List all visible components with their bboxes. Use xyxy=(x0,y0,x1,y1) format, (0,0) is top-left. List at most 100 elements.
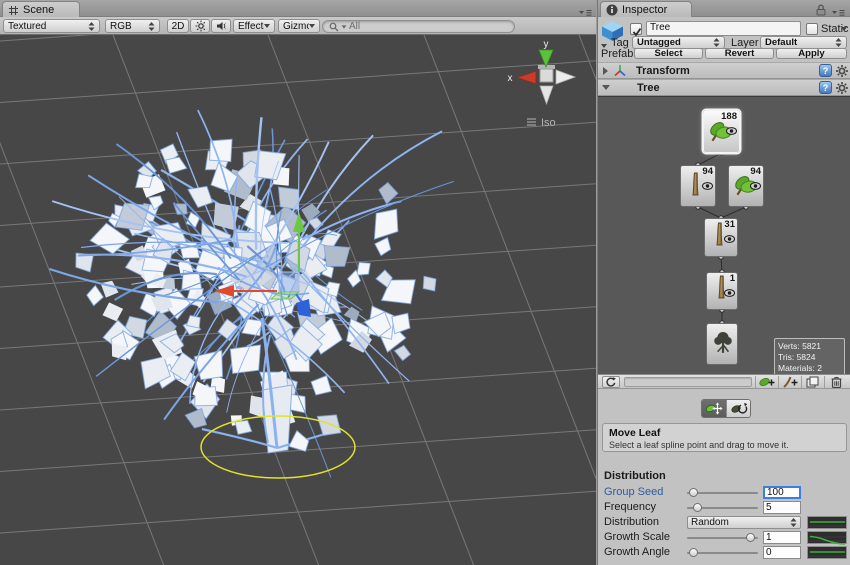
help-icon[interactable]: ? xyxy=(819,81,832,94)
delete-button[interactable] xyxy=(824,376,847,388)
value-field[interactable]: 100 xyxy=(763,486,801,499)
effects-dropdown[interactable]: Effects xyxy=(233,19,275,33)
refresh-button[interactable] xyxy=(602,376,620,388)
draw-mode-value: Textured xyxy=(8,21,88,32)
draw-mode-dropdown[interactable]: Textured xyxy=(3,19,100,33)
gear-icon[interactable] xyxy=(836,65,848,77)
scene-viewport[interactable]: yxIso xyxy=(0,35,596,565)
gizmos-label: Gizmos xyxy=(283,21,309,32)
add-branch-group-button[interactable] xyxy=(778,376,800,388)
search-icon xyxy=(329,22,339,32)
gizmos-dropdown[interactable]: Gizmos xyxy=(278,19,320,33)
2d-toggle-button[interactable]: 2D xyxy=(167,19,189,33)
gameobject-name-field[interactable]: Tree xyxy=(646,21,801,36)
distribution-row-growth-scale: Growth Scale 1 xyxy=(598,531,850,544)
visibility-eye-icon[interactable] xyxy=(726,127,737,135)
distribution-row-frequency: Frequency 5 xyxy=(598,501,850,514)
node-count: 1 xyxy=(730,273,735,284)
curve-preview[interactable] xyxy=(807,516,847,529)
tree-node-leaf-group-188[interactable]: 188 xyxy=(703,110,740,153)
unity-editor-window: Scene Textured RGB 2D xyxy=(0,0,850,565)
lighting-toggle-button[interactable] xyxy=(190,19,210,33)
speaker-icon xyxy=(216,21,226,31)
effects-label: Effects xyxy=(238,21,264,32)
slider-knob[interactable] xyxy=(746,533,755,542)
scene-tabbar: Scene xyxy=(0,0,596,17)
updown-arrows-icon xyxy=(88,22,95,31)
fold-arrow-icon[interactable] xyxy=(602,85,610,90)
tree-node-tree-root[interactable] xyxy=(706,323,738,365)
move-leaf-tool-button[interactable] xyxy=(702,400,726,417)
prefab-label: Prefab xyxy=(601,48,633,60)
tree-root-icon xyxy=(710,327,736,357)
visibility-eye-icon[interactable] xyxy=(750,182,761,190)
static-checkbox[interactable] xyxy=(806,23,818,35)
audio-toggle-button[interactable] xyxy=(211,19,231,33)
caret-down-icon xyxy=(264,24,270,28)
visibility-eye-icon[interactable] xyxy=(724,289,735,297)
tree-node-branch-group-94[interactable]: 94 xyxy=(680,165,716,207)
color-mode-dropdown[interactable]: RGB xyxy=(105,19,160,33)
inspector-panel: Inspector Tree Static Tag Untagged Layer xyxy=(597,0,850,565)
tree-component-header[interactable]: Tree ? xyxy=(598,79,850,96)
property-label: Frequency xyxy=(604,501,656,513)
prefab-apply-label: Apply xyxy=(798,48,824,59)
curve-preview[interactable] xyxy=(807,546,847,559)
value-field[interactable]: 0 xyxy=(763,546,801,559)
help-icon[interactable]: ? xyxy=(819,64,832,77)
distribution-heading: Distribution xyxy=(604,470,666,482)
add-leaf-group-button[interactable] xyxy=(755,376,777,388)
value-field[interactable]: 5 xyxy=(763,501,801,514)
distribution-row-distribution: Distribution Random xyxy=(598,516,850,529)
verts-stat: Verts: 5821 xyxy=(778,341,841,352)
prefab-apply-button[interactable]: Apply xyxy=(776,48,847,59)
orientation-gizmo: yxIso xyxy=(508,39,576,129)
caret-down-icon xyxy=(309,24,315,28)
property-label: Growth Angle xyxy=(604,546,670,558)
tree-hierarchy-editor[interactable]: Verts: 5821 Tris: 5824 Materials: 2 1889… xyxy=(598,96,850,374)
caret-down-icon xyxy=(342,25,347,28)
slider-knob[interactable] xyxy=(693,503,702,512)
curve-preview[interactable] xyxy=(807,531,847,544)
transform-component-header[interactable]: Transform ? xyxy=(598,62,850,79)
active-checkbox[interactable] xyxy=(630,23,642,35)
distribution-dropdown[interactable]: Random xyxy=(687,516,801,529)
duplicate-button[interactable] xyxy=(801,376,823,388)
updown-arrows-icon xyxy=(148,22,155,31)
value-field[interactable]: 1 xyxy=(763,531,801,544)
prefab-revert-label: Revert xyxy=(725,48,755,59)
tree-title: Tree xyxy=(637,82,660,94)
sun-icon xyxy=(195,20,205,32)
distribution-row-growth-angle: Growth Angle 0 xyxy=(598,546,850,559)
rotate-leaf-tool-button[interactable] xyxy=(726,400,750,417)
lock-icon[interactable] xyxy=(816,3,826,21)
scene-panel: Scene Textured RGB 2D xyxy=(0,0,596,565)
tree-node-branch-group-31[interactable]: 31 xyxy=(704,218,738,257)
visibility-eye-icon[interactable] xyxy=(702,182,713,190)
tree-node-leaf-group-94[interactable]: 94 xyxy=(728,165,764,207)
visibility-eye-icon[interactable] xyxy=(724,235,735,243)
slider-knob[interactable] xyxy=(689,548,698,557)
search-placeholder: All xyxy=(349,21,360,32)
distribution-row-group-seed: Group Seed 100 xyxy=(598,486,850,499)
prefab-select-button[interactable]: Select xyxy=(634,48,703,59)
inspector-tabbar: Inspector xyxy=(598,0,850,17)
prefab-revert-button[interactable]: Revert xyxy=(705,48,774,59)
updown-arrows-icon xyxy=(713,38,720,47)
scene-search-input[interactable]: All xyxy=(322,20,515,33)
property-label: Distribution xyxy=(604,516,659,528)
fold-arrow-icon[interactable] xyxy=(603,67,608,75)
projection-mode-label: Iso xyxy=(541,117,556,129)
transform-icon xyxy=(613,64,627,77)
gear-icon[interactable] xyxy=(836,82,848,94)
static-flags-caret[interactable] xyxy=(841,27,847,31)
inspector-panel-menu-icon[interactable] xyxy=(831,4,846,22)
move-leaf-icon xyxy=(705,402,723,415)
node-count: 31 xyxy=(724,219,735,230)
slider-knob[interactable] xyxy=(689,488,698,497)
tree-node-branch-group-1[interactable]: 1 xyxy=(706,272,738,310)
tree-editor-toolbar xyxy=(598,374,850,389)
property-label: Group Seed xyxy=(604,486,663,498)
tab-scene[interactable]: Scene xyxy=(2,1,80,17)
tab-inspector[interactable]: Inspector xyxy=(600,1,692,17)
